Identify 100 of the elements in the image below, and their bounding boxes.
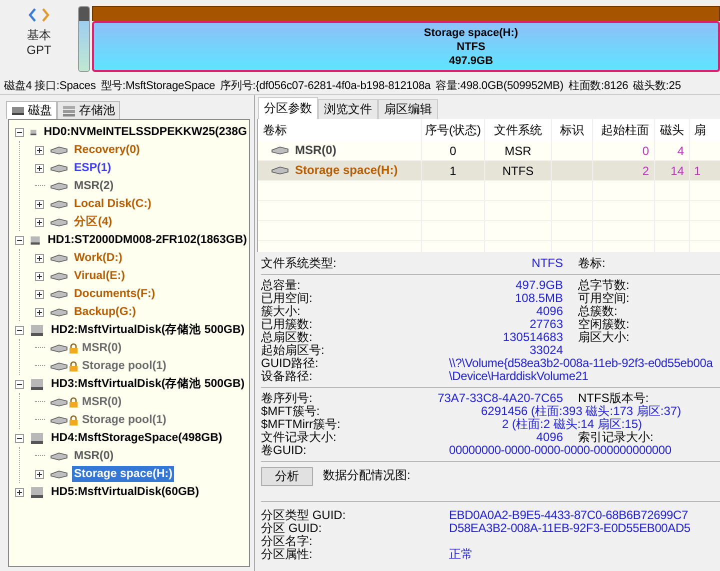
partition-item[interactable]: Recovery(0) — [72, 142, 142, 158]
field-label: 已用空间: — [261, 292, 314, 305]
field-label: 簇大小: — [261, 305, 302, 318]
disk-item[interactable]: HD0:NVMeINTELSSDPEKKW25(238G — [42, 124, 249, 140]
expand-icon[interactable] — [15, 488, 24, 496]
partition-icon — [50, 272, 68, 280]
collapse-icon[interactable] — [15, 380, 24, 388]
expand-icon[interactable] — [35, 218, 44, 226]
field-label: 总扇区数: — [261, 331, 314, 344]
partition-icon — [271, 146, 289, 155]
partition-icon — [50, 470, 68, 478]
partition-icon — [50, 290, 68, 298]
partition-segment[interactable]: Storage space(H:) NTFS 497.9GB — [92, 21, 720, 72]
panel-tab[interactable]: 存储池 — [57, 101, 120, 119]
field-label: 索引记录大小: — [578, 431, 654, 444]
partition-segment[interactable] — [78, 6, 90, 72]
panel-tab[interactable]: 扇区编辑 — [378, 99, 438, 119]
expand-icon[interactable] — [35, 290, 44, 298]
field-label: 可用空间: — [578, 292, 630, 305]
partition-icon — [50, 362, 68, 370]
disk-info-field: 磁头数:25 — [633, 78, 681, 92]
partition-item[interactable]: Work(D:) — [72, 250, 124, 266]
panel-tab[interactable]: 磁盘 — [6, 101, 57, 119]
expand-icon[interactable] — [35, 146, 44, 154]
volume-name: Storage space(H:) — [295, 163, 398, 178]
partition-item[interactable]: MSR(0) — [80, 340, 124, 356]
field-value: 2 (柱面:2 磁头:14 扇区:15) — [501, 418, 644, 431]
field-label: 起始扇区号: — [261, 344, 326, 357]
expand-icon[interactable] — [35, 164, 44, 172]
field-label: 卷序列号: — [261, 392, 314, 405]
disk-item[interactable]: HD2:MsftVirtualDisk(存储池 500GB) — [49, 322, 247, 338]
expand-icon[interactable] — [35, 470, 44, 478]
collapse-icon[interactable] — [15, 236, 24, 244]
field-value: 4096 — [535, 431, 563, 444]
table-cell: 0 — [642, 144, 649, 158]
disk-info-field: 柱面数:8126 — [568, 78, 628, 92]
field-label: 文件记录大小: — [261, 431, 338, 444]
column-header[interactable]: 文件系统 — [484, 119, 552, 141]
field-value: 130514683 — [502, 331, 563, 344]
field-value: NTFS — [530, 257, 563, 270]
panel-tab[interactable]: 浏览文件 — [318, 99, 378, 119]
field-label: 卷标: — [578, 257, 606, 270]
disk-item[interactable]: HD4:MsftStorageSpace(498GB) — [49, 430, 224, 446]
field-value: \\?\Volume{d58ea3b2-008a-11eb-92f3-e0d55eb00a — [448, 357, 714, 370]
field-value: 497.9GB — [514, 279, 563, 292]
partition-icon — [50, 254, 68, 262]
table-cell: 0 — [450, 144, 456, 158]
partition-item[interactable]: MSR(0) — [80, 394, 124, 410]
field-label: 卷GUID: — [261, 444, 308, 457]
table-cell: 1 — [450, 164, 456, 178]
field-label: 设备路径: — [261, 370, 314, 383]
partition-item[interactable]: MSR(2) — [72, 178, 116, 194]
partition-table-label: GPT — [26, 43, 52, 58]
column-header[interactable]: 标识 — [552, 119, 592, 141]
expand-icon[interactable] — [35, 272, 44, 280]
expand-icon[interactable] — [35, 308, 44, 316]
panel-tab[interactable]: 分区参数 — [258, 97, 318, 119]
disk-item[interactable]: HD3:MsftVirtualDisk(存储池 500GB) — [49, 376, 247, 392]
partition-item[interactable]: Local Disk(C:) — [72, 196, 154, 212]
partition-item[interactable]: Virual(E:) — [72, 268, 127, 284]
allocation-map-label: 数据分配情况图: — [323, 467, 410, 484]
collapse-icon[interactable] — [15, 128, 24, 136]
field-label: 分区属性: — [261, 548, 314, 561]
field-label: $MFTMirr簇号: — [261, 418, 342, 431]
field-value: EBD0A0A2-B9E5-4433-87C0-68B6B72699C7 — [448, 509, 689, 522]
field-value: 6291456 (柱面:393 磁头:173 扇区:37) — [480, 405, 682, 418]
field-label: 总容量: — [261, 279, 302, 292]
partition-icon — [271, 166, 289, 175]
expand-icon[interactable] — [35, 200, 44, 208]
field-value: \Device\HarddiskVolume21 — [448, 370, 588, 383]
partition-item[interactable]: Storage pool(1) — [80, 358, 168, 374]
column-header[interactable]: 序号(状态) — [422, 119, 484, 141]
partition-item[interactable]: ESP(1) — [72, 160, 114, 176]
partition-item[interactable]: Documents(F:) — [72, 286, 158, 302]
partition-item[interactable]: Storage pool(1) — [80, 412, 168, 428]
disk-item[interactable]: HD5:MsftVirtualDisk(60GB) — [49, 484, 202, 500]
field-label: 扇区大小: — [578, 331, 630, 344]
partition-item[interactable]: 分区(4) — [72, 214, 114, 230]
field-value: 27763 — [528, 318, 563, 331]
partition-item[interactable]: MSR(0) — [72, 448, 116, 464]
partition-item[interactable]: Storage space(H:) — [72, 466, 174, 482]
disk-type-label: 基本 — [27, 28, 51, 43]
partition-icon — [50, 452, 68, 460]
table-cell: 2 — [642, 164, 649, 178]
column-header[interactable]: 扇 — [690, 119, 720, 141]
partition-icon — [50, 182, 68, 190]
collapse-icon[interactable] — [15, 326, 24, 334]
analyze-button[interactable]: 分析 — [261, 467, 313, 486]
column-header[interactable]: 卷标 — [258, 119, 422, 141]
table-cell: 14 — [670, 164, 684, 178]
partition-item[interactable]: Backup(G:) — [72, 304, 138, 320]
field-value: 00000000-0000-0000-0000-000000000000 — [448, 444, 672, 457]
expand-icon[interactable] — [35, 254, 44, 262]
column-header[interactable]: 起始柱面 — [592, 119, 654, 141]
column-header[interactable]: 磁头 — [654, 119, 690, 141]
field-value: 33024 — [528, 344, 563, 357]
disk-item[interactable]: HD1:ST2000DM008-2FR102(1863GB) — [46, 232, 249, 248]
table-row[interactable]: Storage space(H:) 1 NTFS 2 14 1 — [258, 160, 720, 180]
collapse-icon[interactable] — [15, 434, 24, 442]
table-cell: 1 — [694, 164, 701, 178]
